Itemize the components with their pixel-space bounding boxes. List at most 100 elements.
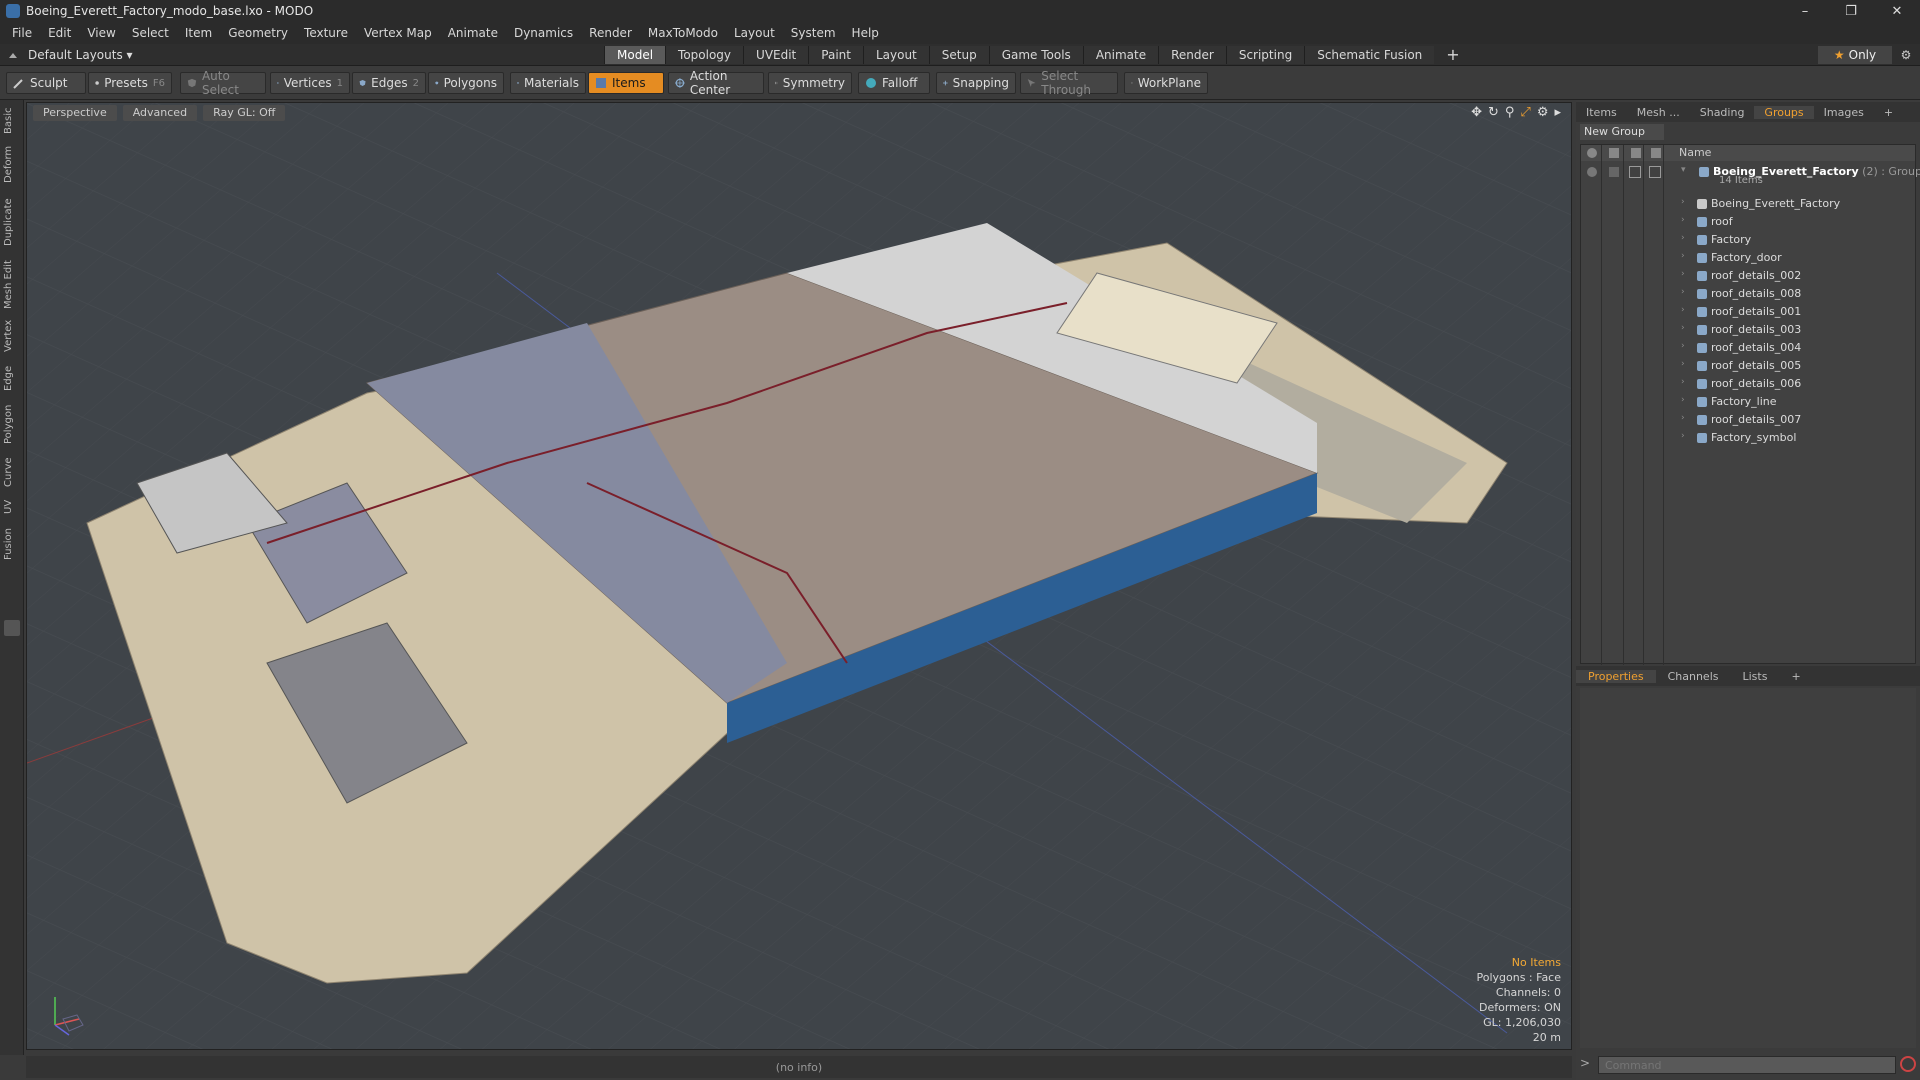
strip-toggle-button[interactable] [4, 620, 20, 636]
tab-scripting[interactable]: Scripting [1225, 46, 1305, 64]
maximize-view-icon[interactable]: ⤢ [1520, 105, 1530, 120]
sculpt-button[interactable]: Sculpt [6, 72, 86, 94]
tab-uvedit[interactable]: UVEdit [743, 46, 809, 64]
command-input[interactable] [1598, 1056, 1896, 1074]
tree-item[interactable]: › Factory_line [1581, 393, 1917, 411]
pan-icon[interactable]: ✥ [1471, 105, 1482, 120]
tab-mesh-edit[interactable]: Mesh Edit [3, 258, 21, 312]
tab-deform[interactable]: Deform [3, 142, 21, 186]
tab-render[interactable]: Render [1158, 46, 1226, 64]
tree-item[interactable]: › Factory_door [1581, 249, 1917, 267]
command-record-icon[interactable] [1900, 1056, 1916, 1072]
add-tab-button[interactable]: + [1434, 46, 1471, 64]
tab-vertex[interactable]: Vertex [3, 316, 21, 356]
3d-viewport[interactable]: Perspective Advanced Ray GL: Off ✥ ↻ ⚲ ⤢… [26, 102, 1572, 1050]
action-center-button[interactable]: Action Center [668, 69, 764, 97]
expand-arrow-icon[interactable]: ▾ [1681, 165, 1686, 175]
tab-animate[interactable]: Animate [1082, 46, 1159, 64]
only-toggle[interactable]: ★ Only [1818, 46, 1892, 64]
polygons-button[interactable]: Polygons [428, 72, 504, 94]
select-checkbox[interactable] [1649, 166, 1661, 178]
zoom-icon[interactable]: ⚲ [1505, 105, 1515, 120]
auto-select-button[interactable]: Auto Select [180, 69, 266, 97]
viewport-menu-icon[interactable]: ▸ [1554, 105, 1561, 120]
menu-edit[interactable]: Edit [40, 26, 79, 40]
tab-setup[interactable]: Setup [928, 46, 989, 64]
tree-item[interactable]: › roof_details_006 [1581, 375, 1917, 393]
menu-system[interactable]: System [783, 26, 844, 40]
visibility-eye-icon[interactable] [1587, 167, 1597, 177]
tree-item[interactable]: › roof_details_005 [1581, 357, 1917, 375]
tree-item[interactable]: › roof_details_004 [1581, 339, 1917, 357]
tab-mesh[interactable]: Mesh ... [1627, 106, 1690, 119]
menu-maxtomodo[interactable]: MaxToModo [640, 26, 726, 40]
tree-item[interactable]: › roof_details_001 [1581, 303, 1917, 321]
symmetry-button[interactable]: Symmetry [768, 72, 852, 94]
tab-layout[interactable]: Layout [862, 46, 929, 64]
new-group-button[interactable]: New Group [1580, 124, 1664, 140]
maximize-button[interactable]: ❐ [1828, 0, 1874, 22]
tab-curve[interactable]: Curve [3, 454, 21, 490]
tab-images[interactable]: Images [1814, 106, 1874, 119]
tree-item[interactable]: › roof [1581, 213, 1917, 231]
tree-item[interactable]: › Factory [1581, 231, 1917, 249]
advanced-button[interactable]: Advanced [122, 105, 198, 121]
tab-schematic-fusion[interactable]: Schematic Fusion [1304, 46, 1435, 64]
ray-gl-button[interactable]: Ray GL: Off [203, 105, 286, 121]
layout-dropdown[interactable]: Default Layouts ▾ [8, 47, 133, 63]
tab-topology[interactable]: Topology [665, 46, 744, 64]
tab-game-tools[interactable]: Game Tools [988, 46, 1083, 64]
rotate-icon[interactable]: ↻ [1488, 105, 1499, 120]
menu-file[interactable]: File [4, 26, 40, 40]
tab-paint[interactable]: Paint [808, 46, 863, 64]
menu-vertex-map[interactable]: Vertex Map [356, 26, 440, 40]
tree-item[interactable]: › Factory_symbol [1581, 429, 1917, 447]
tree-item[interactable]: › roof_details_007 [1581, 411, 1917, 429]
tab-basic[interactable]: Basic [3, 104, 21, 138]
select-through-button[interactable]: Select Through [1020, 69, 1118, 97]
menu-layout[interactable]: Layout [726, 26, 783, 40]
viewport-settings-icon[interactable]: ⚙ [1537, 105, 1549, 120]
tree-item[interactable]: › roof_details_008 [1581, 285, 1917, 303]
tab-shading[interactable]: Shading [1690, 106, 1755, 119]
tab-model[interactable]: Model [604, 46, 666, 64]
tab-lists[interactable]: Lists [1731, 670, 1780, 683]
lock-checkbox[interactable] [1629, 166, 1641, 178]
add-properties-tab-button[interactable]: + [1779, 670, 1812, 683]
snapping-button[interactable]: Snapping [936, 72, 1016, 94]
tab-uv[interactable]: UV [3, 496, 21, 518]
menu-view[interactable]: View [79, 26, 123, 40]
gear-icon[interactable]: ⚙ [1896, 46, 1916, 64]
tree-item[interactable]: › Boeing_Everett_Factory [1581, 195, 1917, 213]
vertices-button[interactable]: Vertices 1 [270, 72, 350, 94]
tab-duplicate[interactable]: Duplicate [3, 192, 21, 252]
presets-button[interactable]: Presets F6 [88, 72, 172, 94]
tree-item[interactable]: › roof_details_003 [1581, 321, 1917, 339]
items-button[interactable]: Items [588, 72, 664, 94]
tab-polygon[interactable]: Polygon [3, 400, 21, 448]
menu-render[interactable]: Render [581, 26, 640, 40]
menu-geometry[interactable]: Geometry [220, 26, 296, 40]
render-toggle-icon[interactable] [1609, 167, 1619, 177]
tab-channels[interactable]: Channels [1656, 670, 1731, 683]
tab-edge[interactable]: Edge [3, 362, 21, 394]
menu-texture[interactable]: Texture [296, 26, 356, 40]
tab-properties[interactable]: Properties [1576, 669, 1656, 683]
edges-button[interactable]: Edges 2 [352, 72, 426, 94]
menu-dynamics[interactable]: Dynamics [506, 26, 581, 40]
falloff-button[interactable]: Falloff [858, 72, 930, 94]
tab-fusion[interactable]: Fusion [3, 524, 21, 564]
add-panel-tab-button[interactable]: + [1874, 106, 1903, 119]
minimize-button[interactable]: – [1782, 0, 1828, 22]
materials-button[interactable]: Materials [510, 72, 586, 94]
tab-groups[interactable]: Groups [1754, 105, 1814, 119]
tree-item[interactable]: › roof_details_002 [1581, 267, 1917, 285]
menu-item[interactable]: Item [177, 26, 220, 40]
menu-animate[interactable]: Animate [440, 26, 506, 40]
menu-help[interactable]: Help [844, 26, 887, 40]
workplane-button[interactable]: WorkPlane [1124, 72, 1208, 94]
view-mode-button[interactable]: Perspective [33, 105, 117, 121]
menu-select[interactable]: Select [124, 26, 177, 40]
close-button[interactable]: ✕ [1874, 0, 1920, 22]
tab-items[interactable]: Items [1576, 106, 1627, 119]
